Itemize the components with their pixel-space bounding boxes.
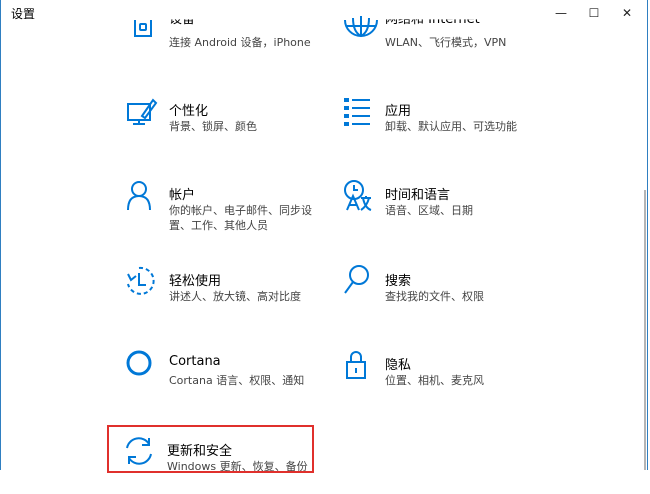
personalization-icon — [125, 94, 165, 134]
ease-of-access-icon — [125, 264, 165, 304]
item-name: 搜索 — [385, 274, 412, 289]
settings-item-accounts[interactable]: 帐户 你的帐户、电子邮件、同步设置、工作、其他人员 — [125, 178, 325, 238]
person-icon — [125, 178, 165, 218]
item-name: Cortana — [169, 354, 221, 369]
scrollbar[interactable] — [644, 30, 646, 470]
search-icon — [341, 264, 381, 304]
settings-item-time-language[interactable]: 时间和语言 语音、区域、日期 — [341, 178, 541, 238]
item-desc: 位置、相机、麦克风 — [385, 374, 484, 387]
item-name: 帐户 — [169, 188, 196, 203]
item-desc: 查找我的文件、权限 — [385, 290, 484, 303]
close-icon: ✕ — [621, 6, 633, 20]
item-desc: WLAN、飞行模式，VPN — [385, 36, 507, 49]
item-desc: 连接 Android 设备，iPhone — [169, 36, 311, 49]
item-name: 个性化 — [169, 104, 209, 119]
time-language-icon — [341, 178, 381, 218]
minimize-icon: — — [555, 6, 567, 20]
cortana-icon — [125, 348, 165, 388]
settings-item-ease-of-access[interactable]: 轻松使用 讲述人、放大镜、高对比度 — [125, 264, 325, 324]
item-name: 应用 — [385, 104, 412, 119]
settings-item-devices[interactable]: 设备 连接 Android 设备，iPhone — [125, 10, 325, 70]
settings-item-personalization[interactable]: 个性化 背景、锁屏、颜色 — [125, 94, 325, 154]
item-desc: 语音、区域、日期 — [385, 204, 473, 217]
item-name: 网络和 Internet — [385, 12, 480, 27]
globe-icon — [341, 10, 381, 50]
settings-item-apps[interactable]: 应用 卸载、默认应用、可选功能 — [341, 94, 541, 154]
settings-item-cortana[interactable]: Cortana Cortana 语言、权限、通知 — [125, 348, 325, 408]
scrollbar-thumb[interactable] — [644, 190, 646, 470]
close-button[interactable]: ✕ — [607, 0, 647, 26]
settings-item-privacy[interactable]: 隐私 位置、相机、麦克风 — [341, 348, 541, 408]
item-name: 时间和语言 — [385, 188, 451, 203]
item-name: 轻松使用 — [169, 274, 222, 289]
settings-window: 设置 — ☐ ✕ 设备 连接 Android 设备，iPhone 网络和 Int… — [0, 0, 648, 473]
window-title: 设置 — [11, 7, 36, 21]
item-name: 隐私 — [385, 358, 412, 373]
maximize-icon: ☐ — [588, 6, 600, 20]
item-name: 设备 — [169, 12, 196, 27]
apps-list-icon — [341, 94, 381, 134]
settings-item-search[interactable]: 搜索 查找我的文件、权限 — [341, 264, 541, 324]
item-desc: 你的帐户、电子邮件、同步设置、工作、其他人员 — [169, 204, 312, 232]
item-desc: 卸载、默认应用、可选功能 — [385, 120, 517, 133]
item-desc: 背景、锁屏、颜色 — [169, 120, 257, 133]
item-desc: 讲述人、放大镜、高对比度 — [169, 290, 301, 303]
item-desc: Cortana 语言、权限、通知 — [169, 374, 305, 387]
highlight-box — [107, 425, 314, 473]
lock-icon — [341, 348, 381, 388]
phone-icon — [125, 10, 165, 50]
settings-item-network[interactable]: 网络和 Internet WLAN、飞行模式，VPN — [341, 10, 541, 70]
